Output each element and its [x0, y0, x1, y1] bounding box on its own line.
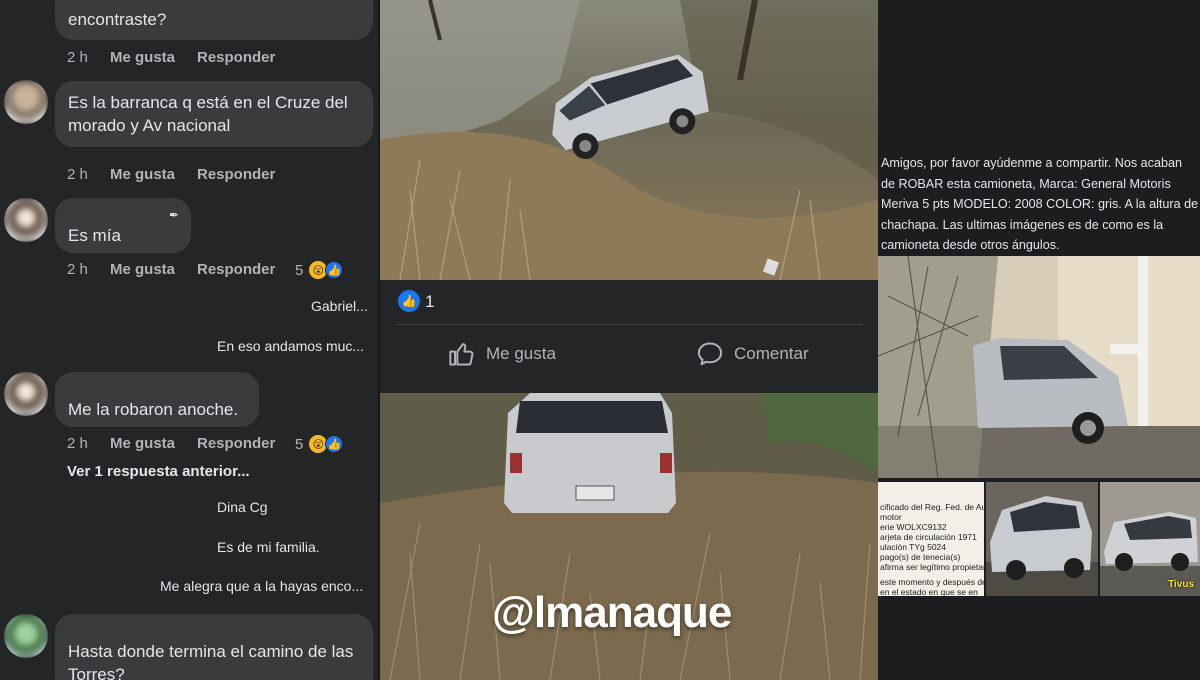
document-line: pago(s) de tenecia(s)	[880, 552, 961, 562]
car-garage-image	[878, 256, 1200, 478]
comment-text: Me la robaron anoche.	[68, 400, 239, 419]
comment-bubble: Es mía ✒	[55, 198, 191, 253]
comment-bubble: Es la barranca q está en el Cruze del mo…	[55, 81, 373, 147]
reply-link[interactable]: Responder	[197, 435, 295, 453]
like-link[interactable]: Me gusta	[110, 166, 197, 183]
photo-car-side-2[interactable]: Tivus	[1100, 482, 1200, 596]
document-line: afirma ser legítimo propietario	[880, 562, 984, 572]
thumbs-up-icon	[449, 343, 474, 366]
post-reaction-bar: 👍 1 Me gusta Comentar	[380, 280, 878, 388]
shared-post-screenshot: Amigos, por favor ayúdenme a compartir. …	[878, 0, 1200, 680]
comment-bubble: Hasta donde termina el camino de las Tor…	[55, 614, 373, 680]
reply-link[interactable]: Responder	[197, 166, 295, 183]
comment-bubble: Me la robaron anoche.	[55, 372, 259, 427]
reply-preview-text[interactable]: Es de mi familia.	[217, 539, 320, 555]
comment-text: Es mía	[68, 226, 121, 245]
comment-time: 2 h	[67, 261, 88, 278]
reply-preview-author[interactable]: Gabriel...	[311, 298, 368, 314]
document-line: cificado del Reg. Fed. de Aut.	[880, 502, 984, 512]
reply-preview-author[interactable]: Dina Cg	[217, 499, 268, 515]
comment-actions: 2 h Me gusta Responder 5 😮 👍	[67, 435, 344, 453]
document-line: ulación TYg 5024	[880, 542, 947, 552]
comment-time: 2 h	[67, 435, 88, 452]
comment-text: Es la barranca q está en el Cruze del mo…	[68, 93, 348, 135]
reaction-count: 5	[295, 261, 304, 279]
comment-icon	[697, 342, 723, 366]
tivus-logo: Tivus	[1168, 579, 1194, 590]
reaction-count: 5	[295, 435, 304, 453]
document-line: en el estado en que se en	[880, 587, 978, 596]
car-side-image	[986, 482, 1098, 596]
like-count[interactable]: 1	[425, 292, 434, 312]
comment-bubble: encontraste?	[55, 0, 373, 40]
reply-link[interactable]: Responder	[197, 49, 295, 66]
like-button[interactable]: Me gusta	[448, 340, 556, 368]
post-panel: 👍 1 Me gusta Comentar @lmanaque	[380, 0, 878, 680]
document-line: motor	[880, 512, 902, 522]
reply-link[interactable]: Responder	[197, 261, 295, 279]
watermark-text: @lmanaque	[492, 588, 732, 637]
photo-registration-document[interactable]: cificado del Reg. Fed. de Aut. motor eri…	[878, 482, 984, 596]
comment-time: 2 h	[67, 49, 88, 66]
comment-button-label: Comentar	[734, 344, 809, 363]
avatar[interactable]	[4, 80, 48, 124]
reply-preview-text[interactable]: En eso andamos muc...	[217, 338, 364, 354]
edited-icon: ✒	[168, 208, 179, 222]
avatar[interactable]	[4, 198, 48, 242]
document-line: erie WOLXC9132	[880, 522, 947, 532]
avatar[interactable]	[4, 372, 48, 416]
comment-actions: 2 h Me gusta Responder 5 😮 👍	[67, 261, 344, 279]
photo-car-side-1[interactable]	[986, 482, 1098, 596]
reaction-summary[interactable]: 5 😮 👍	[295, 261, 344, 279]
comment-time: 2 h	[67, 166, 88, 183]
like-reaction-icon: 👍	[325, 261, 344, 279]
comment-actions: 2 h Me gusta Responder	[67, 166, 295, 183]
car-ravine-image	[380, 0, 878, 280]
post-caption: Amigos, por favor ayúdenme a compartir. …	[881, 156, 1199, 253]
like-link[interactable]: Me gusta	[110, 435, 197, 453]
comment-actions: 2 h Me gusta Responder	[67, 49, 295, 66]
reaction-summary[interactable]: 5 😮 👍	[295, 435, 344, 453]
like-reaction-icon: 👍	[398, 290, 420, 312]
comment-text: encontraste?	[68, 10, 167, 29]
divider	[396, 324, 862, 325]
document-line: arjeta de circulación 1971	[880, 532, 977, 542]
like-reaction-icon: 👍	[325, 435, 344, 453]
post-photo-car-ravine[interactable]	[380, 0, 878, 280]
like-link[interactable]: Me gusta	[110, 261, 197, 279]
reply-preview-text[interactable]: Me alegra que a la hayas enco...	[160, 578, 363, 594]
comment-text: Hasta donde termina el camino de las Tor…	[68, 642, 354, 680]
view-previous-replies-link[interactable]: Ver 1 respuesta anterior...	[67, 463, 250, 480]
like-link[interactable]: Me gusta	[110, 49, 197, 66]
like-button-label: Me gusta	[486, 344, 556, 363]
comments-panel: encontraste? 2 h Me gusta Responder Es l…	[0, 0, 378, 680]
photo-car-garage[interactable]	[878, 256, 1200, 478]
watermark-logo: @lmanaque	[492, 588, 732, 638]
comment-button[interactable]: Comentar	[696, 340, 809, 368]
avatar[interactable]	[4, 614, 48, 658]
document-line: este momento y después de	[880, 577, 984, 587]
